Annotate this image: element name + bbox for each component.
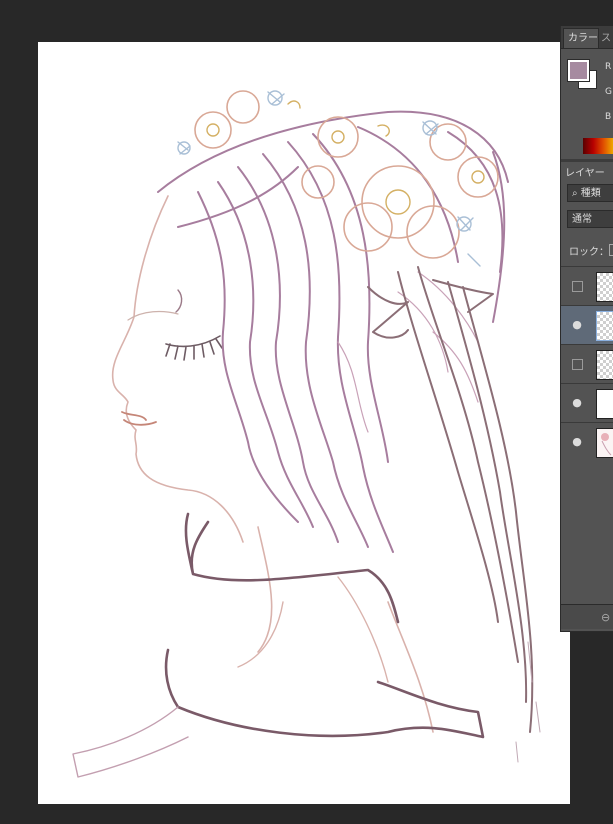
sketch-marks bbox=[515, 641, 541, 763]
ribbon-end bbox=[72, 706, 189, 778]
side-panel: カラー ス R G B レイヤー ⌕ 種類 通常 ロック： ● ● ● ⊖ bbox=[560, 26, 613, 632]
visibility-toggle[interactable] bbox=[572, 359, 583, 370]
lock-label: ロック： bbox=[569, 247, 609, 258]
ribbon-tails bbox=[367, 266, 534, 733]
tab-color[interactable]: カラー bbox=[563, 28, 599, 48]
color-ramp[interactable] bbox=[583, 138, 613, 154]
flower-crown bbox=[177, 90, 499, 267]
layer-row[interactable] bbox=[561, 344, 613, 383]
layer-thumbnail bbox=[596, 350, 613, 380]
eye-icon[interactable]: ● bbox=[571, 436, 583, 448]
thumbnail-art bbox=[601, 433, 612, 456]
label-g: G bbox=[605, 87, 612, 97]
panel-separator bbox=[561, 159, 613, 162]
neck-line bbox=[257, 526, 434, 733]
document-canvas[interactable] bbox=[38, 42, 570, 804]
ear-mark bbox=[175, 289, 183, 313]
layers-panel-footer: ⊖ bbox=[561, 604, 613, 629]
layer-filter-label: 種類 bbox=[580, 188, 601, 199]
layer-filter-input[interactable]: ⌕ 種類 bbox=[567, 184, 613, 202]
neck-ribbon bbox=[164, 512, 485, 739]
blend-mode-select[interactable]: 通常 bbox=[567, 210, 613, 228]
layer-thumbnail bbox=[596, 272, 613, 302]
lock-transparent-toggle[interactable] bbox=[609, 244, 613, 256]
eye-icon[interactable]: ● bbox=[571, 397, 583, 409]
layer-thumbnail bbox=[596, 311, 613, 341]
layer-thumbnail-artwork bbox=[596, 428, 613, 458]
eyelashes bbox=[165, 335, 223, 361]
label-r: R bbox=[605, 62, 612, 72]
link-icon[interactable]: ⊖ bbox=[601, 611, 610, 624]
layer-row[interactable]: ● bbox=[561, 422, 613, 461]
layer-thumbnail bbox=[596, 389, 613, 419]
shoulder-line bbox=[237, 576, 389, 683]
layer-row-selected[interactable]: ● bbox=[561, 305, 613, 344]
foreground-color-swatch[interactable] bbox=[568, 60, 589, 81]
search-icon: ⌕ bbox=[572, 188, 578, 199]
label-b: B bbox=[605, 112, 612, 122]
visibility-toggle[interactable] bbox=[572, 281, 583, 292]
layer-row[interactable]: ● bbox=[561, 383, 613, 422]
eye-icon[interactable]: ● bbox=[571, 319, 583, 331]
workspace: カラー ス R G B レイヤー ⌕ 種類 通常 ロック： ● ● ● ⊖ bbox=[0, 0, 613, 824]
line-art-drawing bbox=[72, 90, 541, 778]
color-panel-tabbar: カラー ス bbox=[561, 26, 613, 49]
eyebrow bbox=[127, 310, 179, 321]
tab-swatches[interactable]: ス bbox=[601, 30, 613, 48]
layers-panel-title[interactable]: レイヤー bbox=[565, 164, 605, 179]
layer-row[interactable] bbox=[561, 266, 613, 305]
hair-fine-strokes bbox=[337, 271, 479, 433]
face-profile-line bbox=[111, 195, 244, 543]
